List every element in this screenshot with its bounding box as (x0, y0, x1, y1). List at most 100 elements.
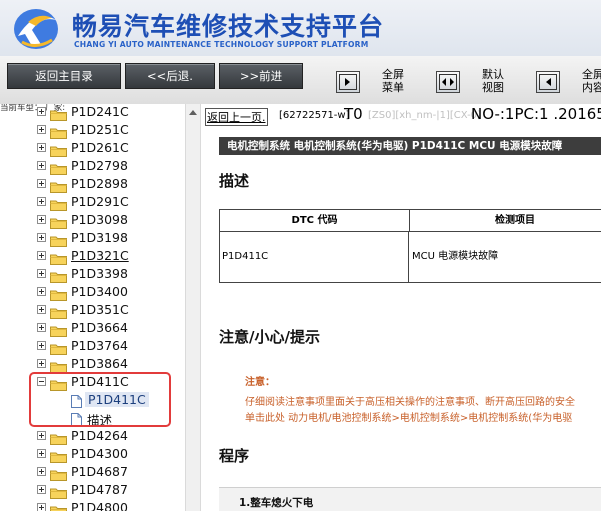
expand-icon[interactable] (37, 143, 46, 152)
tree-item[interactable]: P1D3400 (0, 283, 185, 301)
tree-item-label[interactable]: P1D4264 (71, 428, 128, 443)
tree-item[interactable]: P1D3398 (0, 265, 185, 283)
expand-icon[interactable] (37, 107, 46, 116)
expand-icon[interactable] (37, 287, 46, 296)
tree-item-label[interactable]: P1D3398 (71, 266, 128, 281)
app-header: 畅易汽车维修技术支持平台 CHANG YI AUTO MAINTENANCE T… (0, 0, 601, 56)
folder-icon (50, 124, 67, 139)
app-subtitle: CHANG YI AUTO MAINTENANCE TECHNOLOGY SUP… (74, 40, 369, 49)
folder-icon (50, 250, 67, 265)
tree-item[interactable]: P1D261C (0, 139, 185, 157)
dtc-table: DTC 代码 检测项目 P1D411C MCU 电源模块故障 (219, 209, 601, 283)
tree-item-label[interactable]: P1D4687 (71, 464, 128, 479)
tree-item-label[interactable]: P1D4800 (71, 500, 128, 511)
app-title: 畅易汽车维修技术支持平台 (72, 12, 385, 41)
tree-item-label[interactable]: P1D4787 (71, 482, 128, 497)
folder-icon (50, 502, 67, 511)
tree-item[interactable]: P1D321C (0, 247, 185, 265)
back-page-link[interactable]: 返回上一页. (205, 108, 268, 126)
tree-item[interactable]: P1D351C (0, 301, 185, 319)
tree-item-label[interactable]: P1D291C (71, 194, 129, 209)
tree-item-label[interactable]: P1D3400 (71, 284, 128, 299)
folder-icon (50, 268, 67, 283)
expand-icon[interactable] (37, 269, 46, 278)
expand-icon[interactable] (37, 449, 46, 458)
doc-number: NO-:1PC:1 .20165 (471, 105, 601, 123)
tree-item[interactable]: P1D3664 (0, 319, 185, 337)
expand-icon[interactable] (37, 125, 46, 134)
expand-icon[interactable] (37, 197, 46, 206)
tree-item-label[interactable]: P1D321C (71, 248, 129, 263)
expand-icon[interactable] (37, 359, 46, 368)
doc-id: [62722571-w] (279, 110, 350, 121)
content-breadcrumb: 电机控制系统 电机控制系统(华为电驱) P1D411C MCU 电源模块故障 (219, 137, 601, 155)
tree-item-label[interactable]: P1D241C (71, 104, 129, 119)
tree-item[interactable]: P1D4787 (0, 481, 185, 499)
folder-icon (50, 214, 67, 229)
folder-icon (50, 304, 67, 319)
expand-icon[interactable] (37, 215, 46, 224)
folder-icon (50, 286, 67, 301)
expand-icon[interactable] (37, 251, 46, 260)
scroll-up-icon[interactable] (189, 110, 197, 115)
expand-icon[interactable] (37, 431, 46, 440)
caution-link-line[interactable]: 单击此处 动力电机/电池控制系统>电机控制系统>电机控制系统(华为电驱 (245, 409, 572, 424)
expand-icon[interactable] (37, 485, 46, 494)
caution-label: 注意： (245, 377, 275, 388)
tree-item[interactable]: P1D3864 (0, 355, 185, 373)
table-cell-item: MCU 电源模块故障 (412, 251, 499, 262)
tree-item[interactable]: P1D3098 (0, 211, 185, 229)
fullscreen-content-icon[interactable] (536, 71, 560, 93)
default-view-icon[interactable] (436, 71, 460, 93)
tree-item-label[interactable]: P1D261C (71, 140, 129, 155)
fullscreen-content-label[interactable]: 全屏 内容 (582, 68, 601, 94)
expand-icon[interactable] (37, 323, 46, 332)
toolbar: 返回主目录 <<后退. >>前进 全屏 菜单 默认 视图 全屏 内容 (0, 56, 601, 105)
doc-t0: T0 (344, 105, 363, 123)
tree-item[interactable]: P1D241C (0, 104, 185, 121)
expand-icon[interactable] (37, 161, 46, 170)
fullscreen-menu-icon[interactable] (336, 71, 360, 93)
tree-item-label[interactable]: P1D4300 (71, 446, 128, 461)
tree-item[interactable]: P1D4687 (0, 463, 185, 481)
folder-icon (50, 322, 67, 337)
tree-item-label[interactable]: P1D3864 (71, 356, 128, 371)
tree-item[interactable]: P1D4264 (0, 427, 185, 445)
tree-item[interactable]: P1D2798 (0, 157, 185, 175)
tree-item-label[interactable]: P1D3198 (71, 230, 128, 245)
folder-icon (50, 466, 67, 481)
folder-icon (50, 142, 67, 157)
expand-icon[interactable] (37, 233, 46, 242)
section-notice: 注意/小心/提示 (219, 328, 320, 346)
highlight-box (29, 372, 171, 427)
tree-item-label[interactable]: P1D2898 (71, 176, 128, 191)
default-view-label[interactable]: 默认 视图 (482, 68, 504, 94)
tree-item[interactable]: P1D4800 (0, 499, 185, 511)
tree-item[interactable]: P1D3764 (0, 337, 185, 355)
tree-item-label[interactable]: P1D251C (71, 122, 129, 137)
expand-icon[interactable] (37, 503, 46, 511)
tree-item[interactable]: P1D3198 (0, 229, 185, 247)
tree-item-label[interactable]: P1D351C (71, 302, 129, 317)
tree-scrollbar[interactable] (185, 104, 201, 511)
tree-item[interactable]: P1D291C (0, 193, 185, 211)
tree-item[interactable]: P1D4300 (0, 445, 185, 463)
home-button[interactable]: 返回主目录 (7, 63, 121, 89)
tree-item-label[interactable]: P1D3664 (71, 320, 128, 335)
expand-icon[interactable] (37, 467, 46, 476)
tree-item[interactable]: P1D2898 (0, 175, 185, 193)
folder-icon (50, 160, 67, 175)
expand-icon[interactable] (37, 341, 46, 350)
tree-item[interactable]: P1D251C (0, 121, 185, 139)
tree-item-label[interactable]: P1D3098 (71, 212, 128, 227)
tree-item-label[interactable]: P1D3764 (71, 338, 128, 353)
expand-icon[interactable] (37, 179, 46, 188)
folder-icon (50, 430, 67, 445)
expand-icon[interactable] (37, 305, 46, 314)
back-button[interactable]: <<后退. (125, 63, 215, 89)
logo-icon (14, 9, 58, 49)
table-header-item: 检测项目 (410, 210, 601, 232)
forward-button[interactable]: >>前进 (219, 63, 303, 89)
fullscreen-menu-label[interactable]: 全屏 菜单 (382, 68, 404, 94)
tree-item-label[interactable]: P1D2798 (71, 158, 128, 173)
